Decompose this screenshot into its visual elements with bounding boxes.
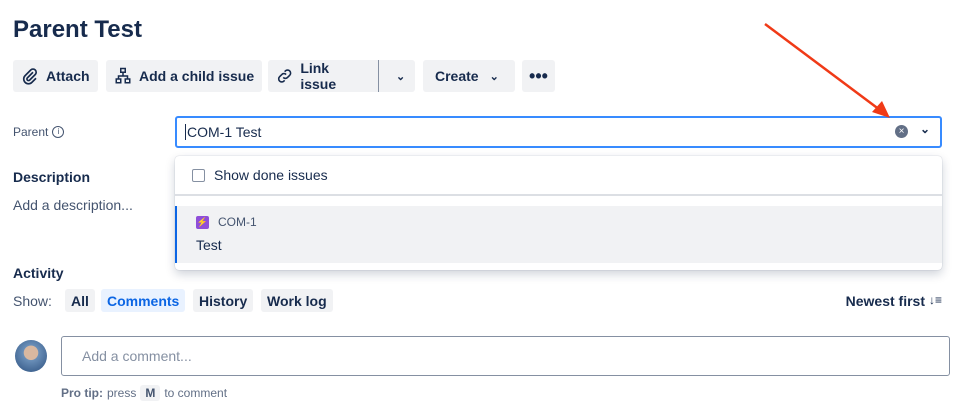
annotation-arrow bbox=[764, 22, 890, 118]
